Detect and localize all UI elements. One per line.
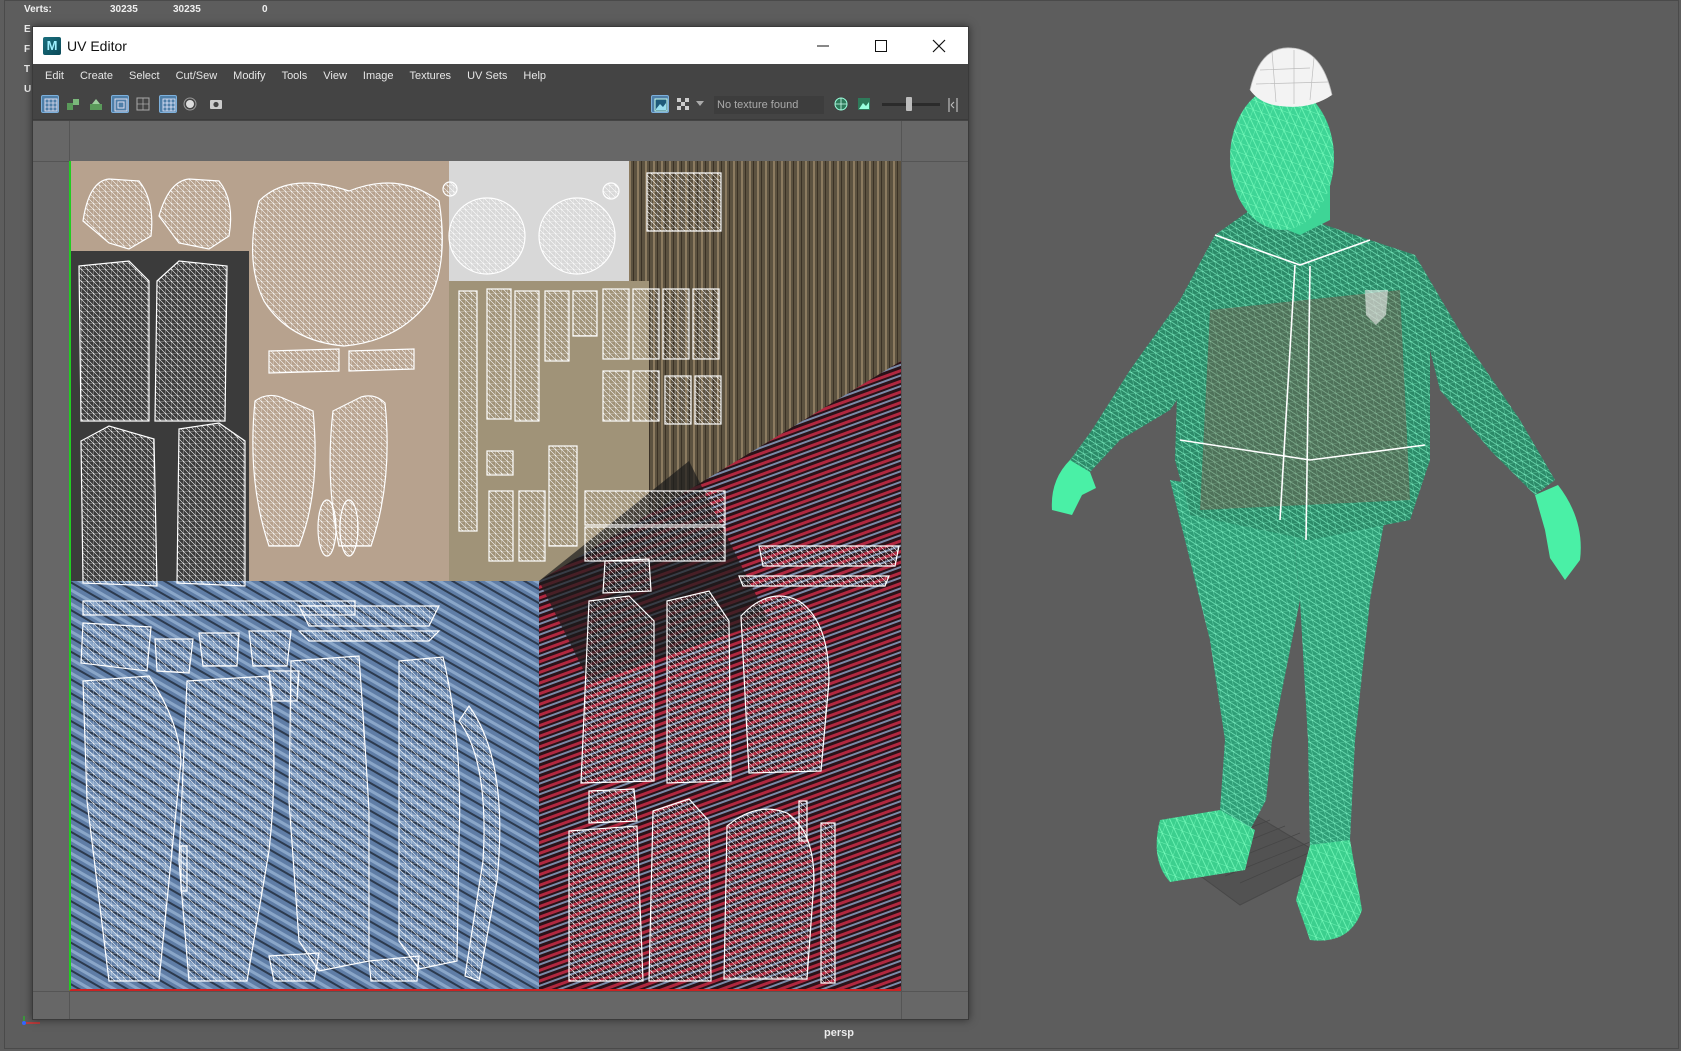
uv-layout-button[interactable] bbox=[64, 95, 82, 113]
menu-tools[interactable]: Tools bbox=[274, 64, 316, 88]
toggle-exposure-button[interactable] bbox=[855, 95, 873, 113]
camera-label: persp bbox=[824, 1027, 854, 1039]
texture-status-field[interactable]: No texture found bbox=[714, 96, 824, 114]
maya-icon: M bbox=[43, 36, 61, 55]
camera-icon bbox=[210, 100, 222, 109]
toggle-grid-button[interactable] bbox=[159, 95, 177, 113]
chevron-down-icon[interactable] bbox=[696, 101, 704, 107]
toggle-pixel-snap-button[interactable] bbox=[181, 95, 199, 113]
menu-edit[interactable]: Edit bbox=[37, 64, 72, 88]
menu-create[interactable]: Create bbox=[72, 64, 121, 88]
character-mesh-wireframe[interactable] bbox=[1010, 40, 1650, 960]
color-globe-icon bbox=[834, 97, 848, 111]
checker-icon bbox=[677, 98, 689, 110]
window-title: UV Editor bbox=[67, 37, 127, 54]
close-icon bbox=[932, 39, 946, 52]
unfold-icon bbox=[90, 99, 102, 110]
uv-editor-toolbar: No texture found bbox=[33, 88, 968, 120]
toggle-isolate-button[interactable] bbox=[111, 95, 129, 113]
menu-cut-sew[interactable]: Cut/Sew bbox=[168, 64, 226, 88]
snapshot-button[interactable] bbox=[207, 95, 225, 113]
grid-icon bbox=[162, 98, 176, 112]
uv-texture-editor-canvas[interactable] bbox=[33, 121, 968, 1019]
uv-editor-menubar: Edit Create Select Cut/Sew Modify Tools … bbox=[33, 64, 968, 88]
hud-label: F bbox=[24, 44, 31, 55]
character-wireframe-graphic bbox=[1051, 47, 1581, 941]
hud-value: 0 bbox=[262, 4, 268, 15]
menu-view[interactable]: View bbox=[315, 64, 355, 88]
exposure-slider-handle[interactable] bbox=[906, 97, 912, 111]
hud-label: Verts: bbox=[24, 4, 52, 15]
uv-editor-titlebar[interactable]: M UV Editor bbox=[33, 27, 968, 64]
minimize-button[interactable] bbox=[794, 27, 852, 64]
isolate-icon bbox=[114, 98, 128, 112]
toggle-image-display-button[interactable] bbox=[651, 95, 669, 113]
maximize-icon bbox=[875, 39, 887, 52]
toggle-color-management-button[interactable] bbox=[832, 95, 850, 113]
snap-icon bbox=[183, 97, 197, 111]
image-icon bbox=[654, 98, 668, 112]
uv-unfold-button[interactable] bbox=[87, 95, 105, 113]
window-controls bbox=[794, 27, 968, 64]
menu-select[interactable]: Select bbox=[121, 64, 168, 88]
hud-label: T bbox=[24, 64, 31, 75]
menu-image[interactable]: Image bbox=[355, 64, 402, 88]
menu-textures[interactable]: Textures bbox=[401, 64, 459, 88]
uv-0-1-tile[interactable] bbox=[69, 161, 901, 991]
toolbar-overflow-icon[interactable] bbox=[945, 96, 961, 114]
frame-icon bbox=[136, 97, 150, 111]
minimize-icon bbox=[817, 45, 829, 46]
maximize-button[interactable] bbox=[852, 27, 910, 64]
close-button[interactable] bbox=[910, 27, 968, 64]
menu-uv-sets[interactable]: UV Sets bbox=[459, 64, 515, 88]
uv-shell-select-button[interactable] bbox=[41, 95, 59, 113]
uv-layout-graphic bbox=[69, 161, 901, 991]
hud-value: 30235 bbox=[110, 4, 138, 15]
grid-select-icon bbox=[44, 98, 58, 112]
checker-tiles-button[interactable] bbox=[674, 95, 692, 113]
hud-value: 30235 bbox=[173, 4, 201, 15]
layout-icon bbox=[67, 99, 79, 110]
uv-editor-window[interactable]: M UV Editor Edit Create Select Cut/Sew M… bbox=[32, 26, 969, 1020]
toggle-frame-button[interactable] bbox=[134, 95, 152, 113]
menu-help[interactable]: Help bbox=[515, 64, 554, 88]
menu-modify[interactable]: Modify bbox=[225, 64, 273, 88]
exposure-image-icon bbox=[858, 98, 870, 110]
hud-label: E bbox=[24, 24, 31, 35]
hud-label: U bbox=[24, 84, 32, 95]
